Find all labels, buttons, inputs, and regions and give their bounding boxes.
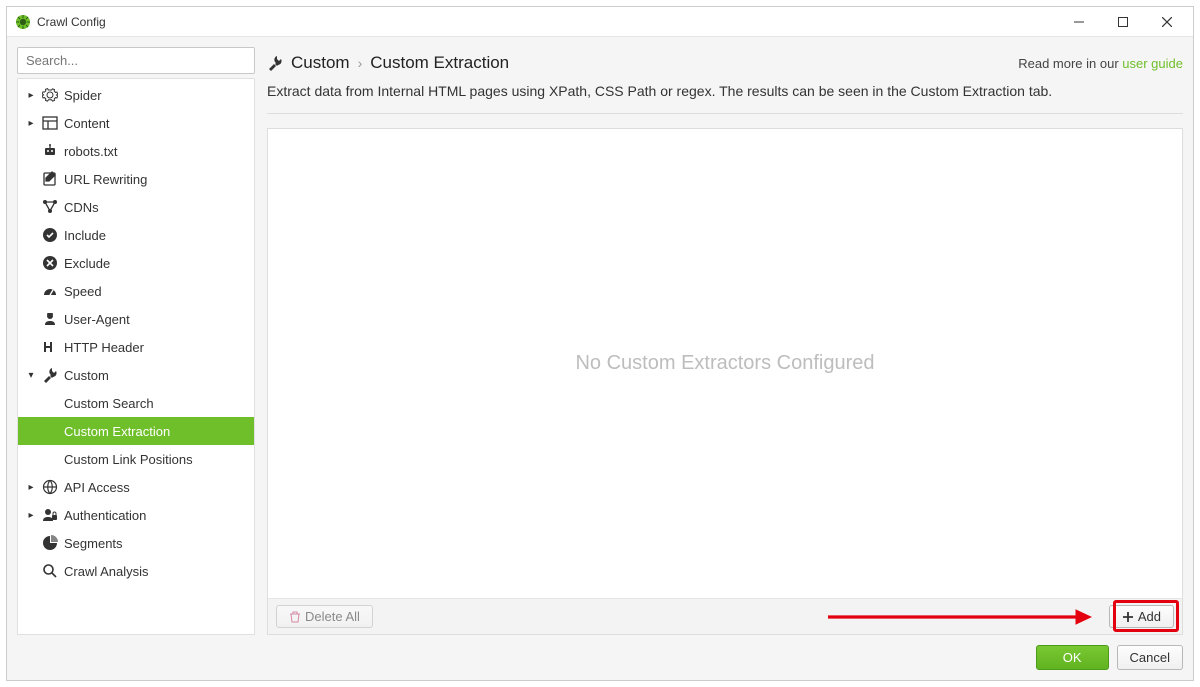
sidebar-item-label: Custom Search xyxy=(64,396,154,411)
breadcrumb-separator-icon: › xyxy=(358,55,363,71)
trash-icon xyxy=(289,611,301,623)
caret-down-icon: ▾ xyxy=(26,370,36,381)
config-tree: ▸ Spider ▸ Content robots.txt xyxy=(17,78,255,635)
panel-footer: Delete All Add xyxy=(268,598,1182,634)
minimize-button[interactable] xyxy=(1057,8,1101,36)
page-description: Extract data from Internal HTML pages us… xyxy=(267,83,1183,114)
sidebar-item-exclude[interactable]: Exclude xyxy=(18,249,254,277)
sidebar-item-api-access[interactable]: ▸ API Access xyxy=(18,473,254,501)
maximize-button[interactable] xyxy=(1101,8,1145,36)
check-circle-icon xyxy=(42,227,58,243)
delete-all-button[interactable]: Delete All xyxy=(276,605,373,628)
globe-icon xyxy=(42,479,58,495)
sidebar-item-custom-link-positions[interactable]: Custom Link Positions xyxy=(18,445,254,473)
sidebar-item-label: CDNs xyxy=(64,200,99,215)
sidebar-item-authentication[interactable]: ▸ Authentication xyxy=(18,501,254,529)
button-label: Cancel xyxy=(1130,650,1170,665)
sidebar-item-label: Include xyxy=(64,228,106,243)
sidebar-item-spider[interactable]: ▸ Spider xyxy=(18,81,254,109)
sidebar-item-speed[interactable]: Speed xyxy=(18,277,254,305)
main-column: Custom › Custom Extraction Read more in … xyxy=(267,47,1183,635)
sidebar-item-user-agent[interactable]: User-Agent xyxy=(18,305,254,333)
help-hint: Read more in our user guide xyxy=(1018,56,1183,71)
empty-state-text: No Custom Extractors Configured xyxy=(575,352,874,375)
gear-icon xyxy=(42,87,58,103)
sidebar-item-content[interactable]: ▸ Content xyxy=(18,109,254,137)
lock-user-icon xyxy=(42,507,58,523)
user-guide-link[interactable]: user guide xyxy=(1122,56,1183,71)
sidebar-item-label: HTTP Header xyxy=(64,340,144,355)
sidebar: ▸ Spider ▸ Content robots.txt xyxy=(17,47,255,635)
sidebar-item-custom[interactable]: ▾ Custom xyxy=(18,361,254,389)
cancel-button[interactable]: Cancel xyxy=(1117,645,1183,670)
robot-icon xyxy=(42,143,58,159)
dialog-footer: OK Cancel xyxy=(17,635,1183,670)
sidebar-item-label: URL Rewriting xyxy=(64,172,147,187)
sidebar-item-crawl-analysis[interactable]: Crawl Analysis xyxy=(18,557,254,585)
sidebar-item-label: Crawl Analysis xyxy=(64,564,149,579)
caret-right-icon: ▸ xyxy=(26,90,36,101)
sidebar-item-custom-extraction[interactable]: Custom Extraction xyxy=(18,417,254,445)
sidebar-item-cdns[interactable]: CDNs xyxy=(18,193,254,221)
sidebar-item-label: Custom xyxy=(64,368,109,383)
window-title: Crawl Config xyxy=(37,15,106,29)
plus-icon xyxy=(1122,611,1134,623)
edit-icon xyxy=(42,171,58,187)
button-label: Delete All xyxy=(305,609,360,624)
x-circle-icon xyxy=(42,255,58,271)
sidebar-item-label: Custom Link Positions xyxy=(64,452,193,467)
config-window: Crawl Config ▸ Spider ▸ Con xyxy=(6,6,1194,681)
agent-icon xyxy=(42,311,58,327)
ok-button[interactable]: OK xyxy=(1036,645,1109,670)
sidebar-item-include[interactable]: Include xyxy=(18,221,254,249)
search-input[interactable] xyxy=(17,47,255,74)
caret-right-icon: ▸ xyxy=(26,118,36,129)
sidebar-item-robots[interactable]: robots.txt xyxy=(18,137,254,165)
sidebar-item-label: robots.txt xyxy=(64,144,117,159)
gauge-icon xyxy=(42,283,58,299)
header-icon xyxy=(42,339,58,355)
hint-prefix: Read more in our xyxy=(1018,56,1122,71)
close-button[interactable] xyxy=(1145,8,1189,36)
annotation-arrow xyxy=(828,606,1092,628)
sidebar-item-label: Exclude xyxy=(64,256,110,271)
breadcrumb: Custom › Custom Extraction Read more in … xyxy=(267,47,1183,83)
sidebar-item-http-header[interactable]: HTTP Header xyxy=(18,333,254,361)
search-icon xyxy=(42,563,58,579)
extractors-panel: No Custom Extractors Configured Delete A… xyxy=(267,128,1183,635)
network-icon xyxy=(42,199,58,215)
sidebar-item-url-rewriting[interactable]: URL Rewriting xyxy=(18,165,254,193)
sidebar-item-custom-search[interactable]: Custom Search xyxy=(18,389,254,417)
sidebar-item-label: Segments xyxy=(64,536,123,551)
tools-icon xyxy=(267,55,283,71)
caret-right-icon: ▸ xyxy=(26,510,36,521)
tools-icon xyxy=(42,367,58,383)
titlebar: Crawl Config xyxy=(7,7,1193,37)
button-label: OK xyxy=(1063,650,1082,665)
sidebar-item-label: API Access xyxy=(64,480,130,495)
button-label: Add xyxy=(1138,609,1161,624)
sidebar-item-label: Custom Extraction xyxy=(64,424,170,439)
breadcrumb-parent[interactable]: Custom xyxy=(291,53,350,73)
sidebar-item-label: Spider xyxy=(64,88,102,103)
sidebar-item-label: Content xyxy=(64,116,110,131)
breadcrumb-current: Custom Extraction xyxy=(370,53,509,73)
sidebar-item-label: User-Agent xyxy=(64,312,130,327)
layout-icon xyxy=(42,115,58,131)
sidebar-item-label: Speed xyxy=(64,284,102,299)
add-button[interactable]: Add xyxy=(1109,605,1174,628)
app-icon xyxy=(15,14,31,30)
sidebar-item-label: Authentication xyxy=(64,508,146,523)
caret-right-icon: ▸ xyxy=(26,482,36,493)
pie-icon xyxy=(42,535,58,551)
sidebar-item-segments[interactable]: Segments xyxy=(18,529,254,557)
